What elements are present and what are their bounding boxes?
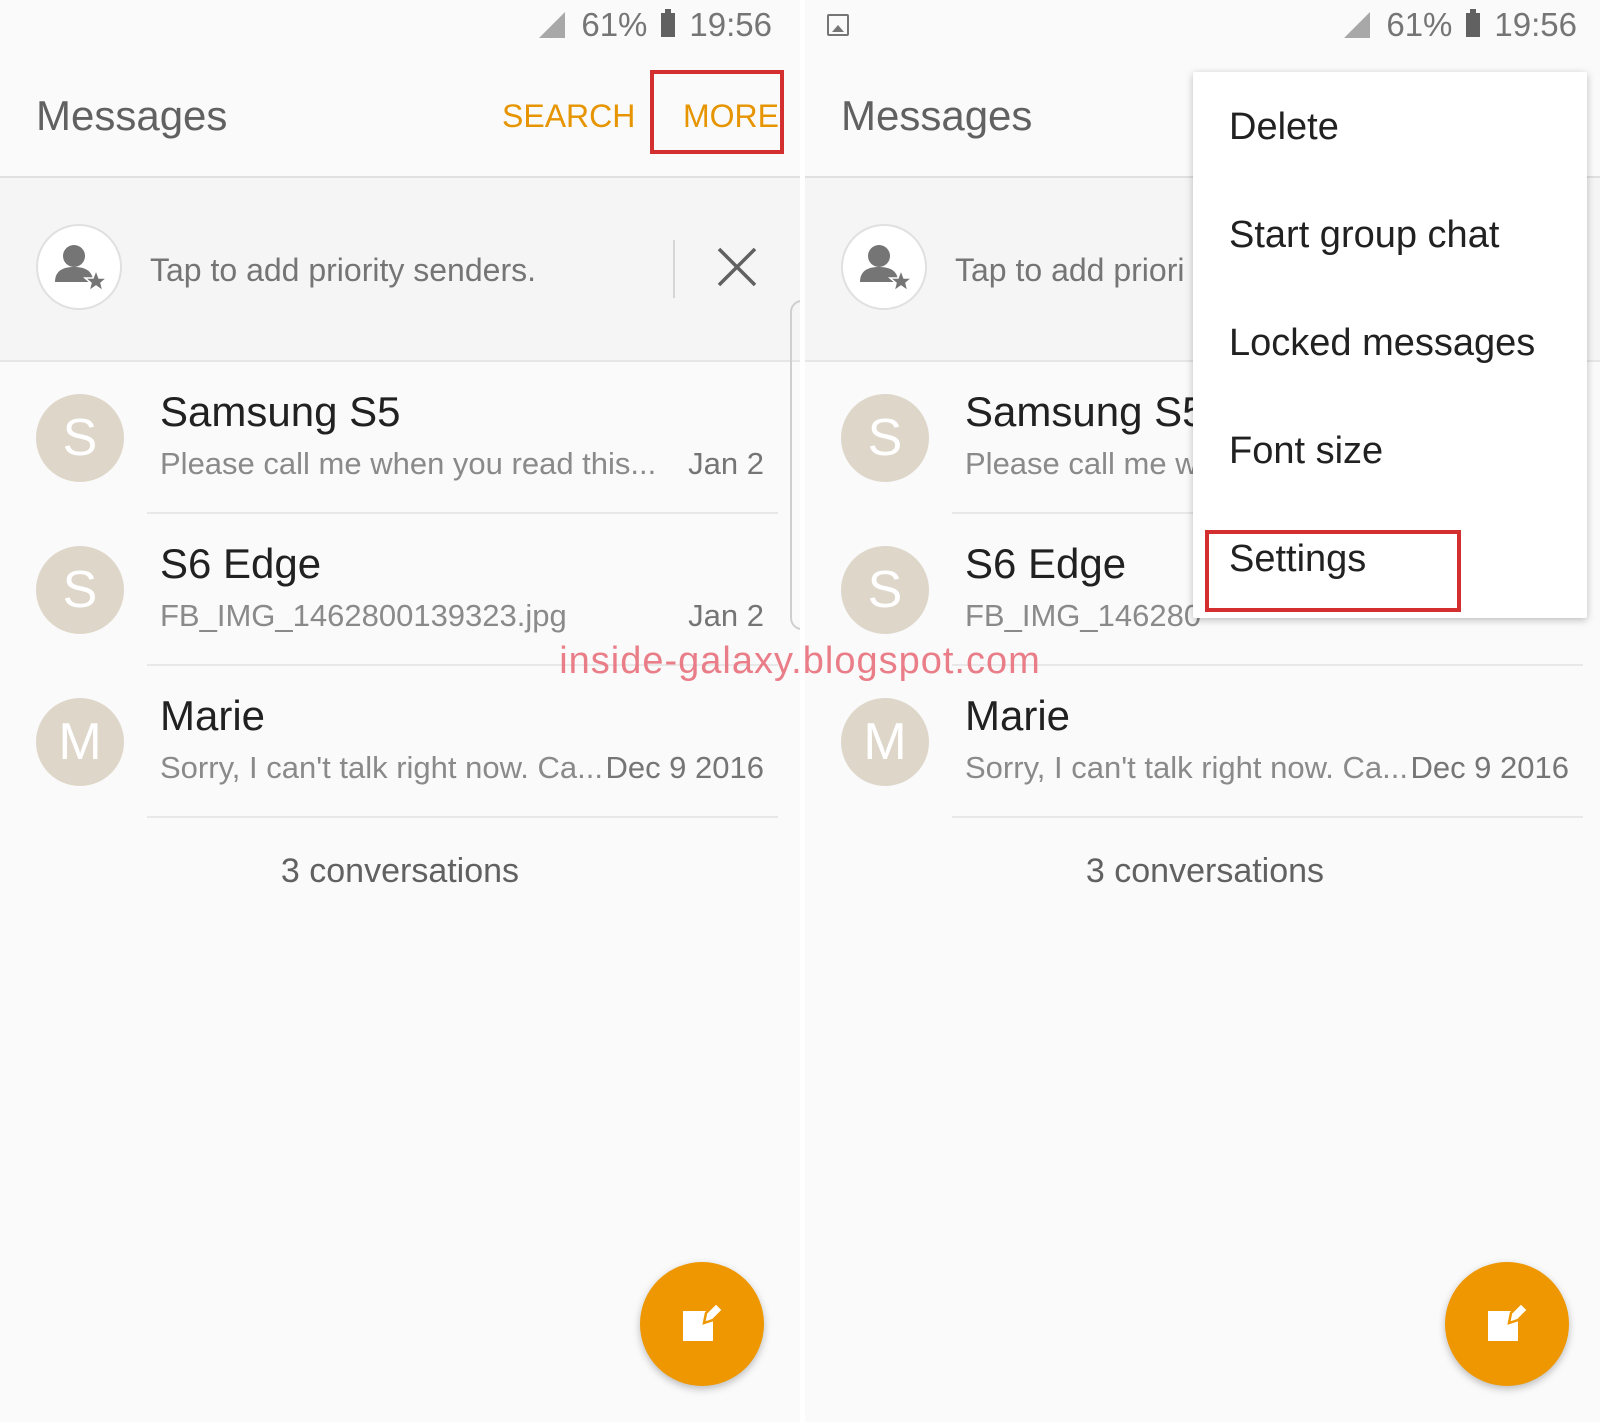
conversation-item[interactable]: M Marie Sorry, I can't talk right now. C… [805,666,1600,818]
message-date: Jan 2 [688,598,764,633]
priority-senders-prompt: Tap to add priori [955,252,1185,288]
priority-sender-icon [841,224,927,310]
menu-item-delete[interactable]: Delete [1229,106,1339,149]
message-preview: Sorry, I can't talk right now. Ca... [965,750,1408,785]
priority-senders-prompt: Tap to add priority senders. [150,252,536,288]
avatar: S [36,394,124,482]
message-preview: FB_IMG_146280 [965,598,1202,633]
contact-name: S6 Edge [160,540,322,587]
conversation-list: S Samsung S5 Please call me when you rea… [0,362,800,818]
battery-icon [1466,9,1481,37]
overflow-menu: Delete Start group chat Locked messages … [1193,72,1587,618]
clock: 19:56 [689,6,772,43]
compose-button[interactable] [640,1262,764,1386]
avatar: S [841,394,929,482]
avatar: S [841,546,929,634]
message-preview: Sorry, I can't talk right now. Ca... [160,750,603,785]
search-button[interactable]: SEARCH [502,98,635,135]
app-bar: Messages SEARCH MORE [0,56,800,178]
menu-item-font-size[interactable]: Font size [1229,430,1383,473]
page-title: Messages [841,92,1033,139]
menu-item-locked-messages[interactable]: Locked messages [1229,322,1535,365]
gallery-icon [827,14,849,36]
avatar: S [36,546,124,634]
contact-name: Samsung S5 [965,388,1206,435]
signal-icon [539,12,566,38]
battery-percent: 61% [1386,6,1453,43]
compose-icon [1488,1302,1529,1341]
avatar: M [841,698,929,786]
priority-senders-banner[interactable]: Tap to add priority senders. [0,178,800,362]
contact-name: S6 Edge [965,540,1127,587]
signal-icon [1344,12,1371,38]
status-bar: 61% 19:56 [805,0,1600,56]
message-date: Jan 2 [688,446,764,481]
conversation-item[interactable]: M Marie Sorry, I can't talk right now. C… [0,666,800,818]
avatar: M [36,698,124,786]
settings-highlight-box [1205,530,1461,612]
watermark: inside-galaxy.blogspot.com [559,640,1041,682]
message-date: Dec 9 2016 [1410,750,1569,785]
screen-right: 61% 19:56 Messages Tap to add priori S S… [805,0,1600,1422]
edge-screen-curve [790,300,800,630]
message-preview: FB_IMG_1462800139323.jpg [160,598,567,633]
priority-sender-icon [36,224,122,310]
conversation-item[interactable]: S Samsung S5 Please call me when you rea… [0,362,800,514]
conversation-count: 3 conversations [280,852,520,890]
message-preview: Please call me when you read this... [160,446,657,481]
page-title: Messages [36,92,228,139]
screen-left: 61% 19:56 Messages SEARCH MORE Tap to ad… [0,0,800,1422]
contact-name: Marie [160,692,266,739]
compose-icon [683,1302,724,1341]
battery-icon [661,9,676,37]
status-bar: 61% 19:56 [0,0,800,56]
priority-divider [673,240,675,298]
battery-percent: 61% [581,6,648,43]
more-highlight-box [650,70,784,154]
menu-item-start-group-chat[interactable]: Start group chat [1229,214,1499,257]
compose-button[interactable] [1445,1262,1569,1386]
contact-name: Marie [965,692,1071,739]
conversation-count: 3 conversations [1085,852,1325,890]
contact-name: Samsung S5 [160,388,401,435]
message-preview: Please call me w [965,446,1198,481]
close-icon[interactable] [712,242,762,292]
message-date: Dec 9 2016 [605,750,764,785]
clock: 19:56 [1494,6,1577,43]
